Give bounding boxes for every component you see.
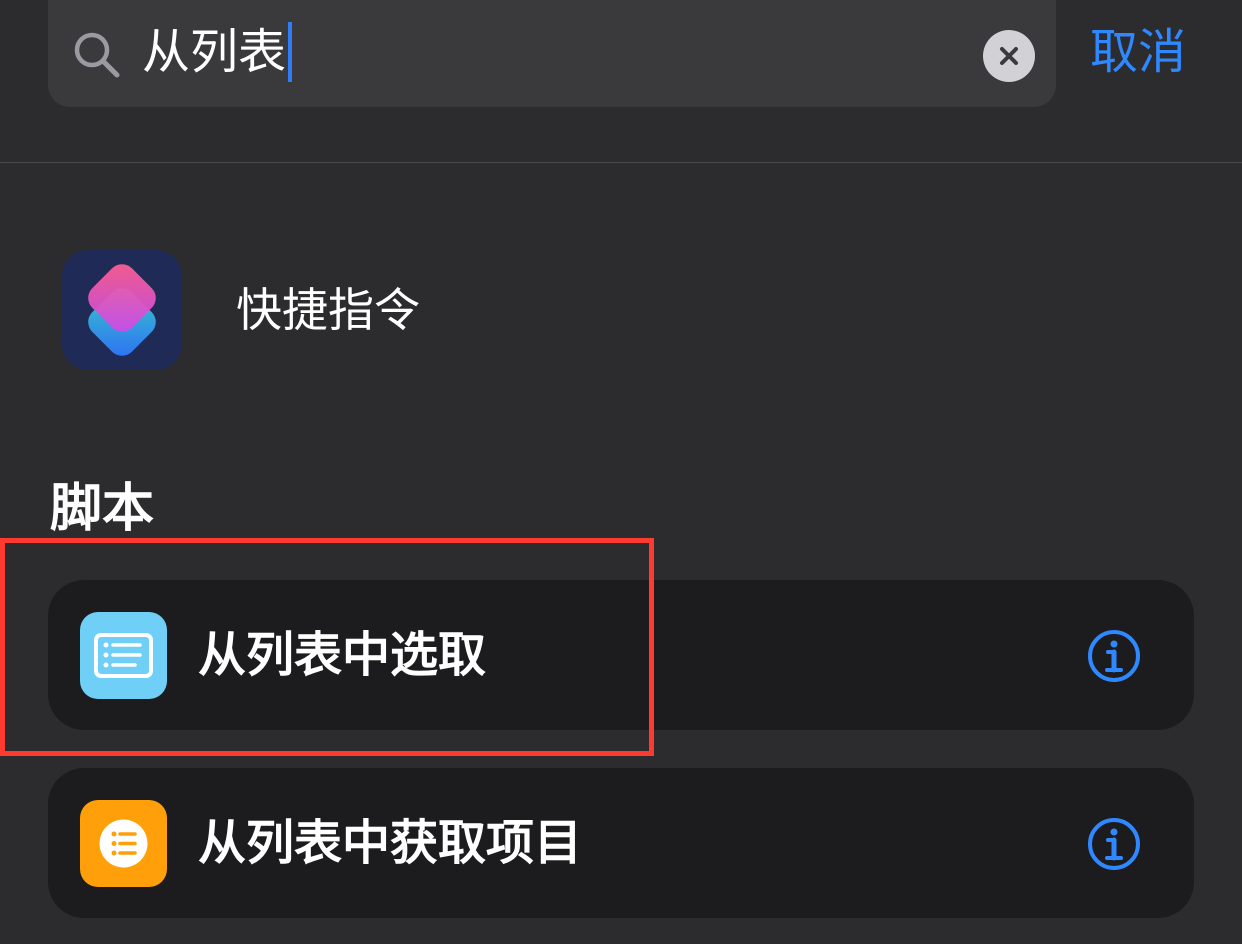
text-caret (288, 22, 293, 82)
search-icon (74, 32, 120, 78)
action-choose-from-list[interactable]: 从列表中选取 (48, 580, 1194, 730)
close-icon (1000, 47, 1018, 65)
divider (0, 162, 1242, 163)
app-result-label: 快捷指令 (236, 283, 420, 337)
action-label: 从列表中获取项目 (198, 815, 583, 871)
app-result-shortcuts[interactable]: 快捷指令 (62, 250, 962, 370)
search-input[interactable]: 从列表 (142, 22, 293, 82)
section-title: 脚本 (50, 479, 155, 539)
info-icon[interactable] (1086, 816, 1142, 872)
clear-search-button[interactable] (983, 30, 1035, 82)
action-label: 从列表中选取 (198, 627, 487, 683)
list-choose-icon (80, 612, 167, 699)
search-query: 从列表 (142, 24, 287, 80)
info-icon[interactable] (1086, 628, 1142, 684)
action-get-item-from-list[interactable]: 从列表中获取项目 (48, 768, 1194, 918)
cancel-button[interactable]: 取消 (1090, 22, 1186, 82)
shortcuts-app-icon (62, 250, 182, 370)
list-items-icon (80, 800, 167, 887)
